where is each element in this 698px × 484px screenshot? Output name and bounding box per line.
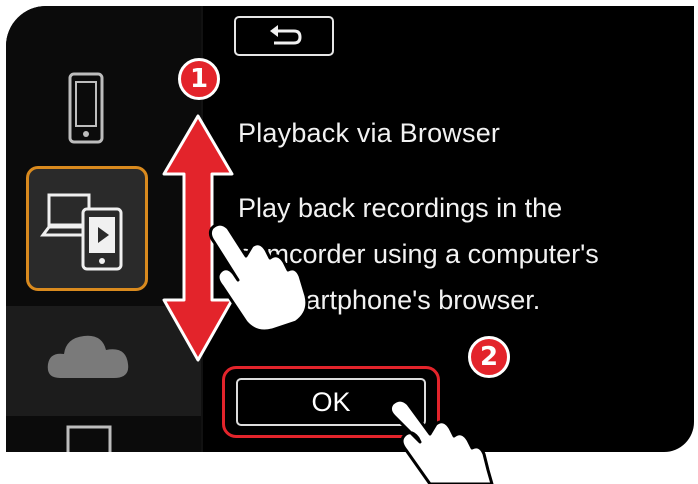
step-1-badge: 1 bbox=[178, 58, 220, 100]
step-2-badge: 2 bbox=[468, 336, 510, 378]
instruction-overlay bbox=[162, 114, 494, 484]
tap-hand-icon bbox=[388, 398, 494, 484]
